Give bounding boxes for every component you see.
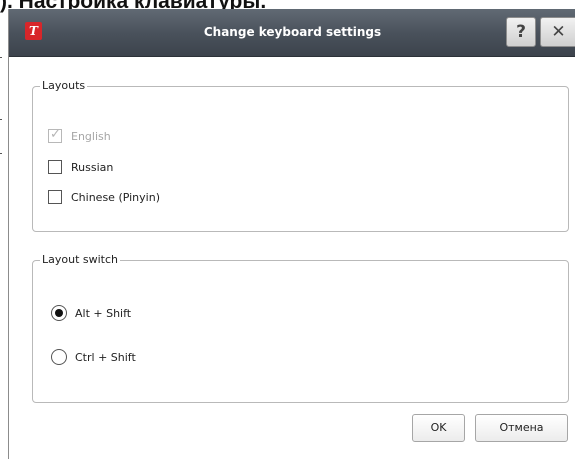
alt-shift-radio[interactable] bbox=[51, 305, 67, 321]
alt-shift-label[interactable]: Alt + Shift bbox=[75, 306, 131, 321]
cancel-button[interactable]: Отмена bbox=[475, 414, 568, 442]
checkmark-icon: ✓ bbox=[50, 127, 61, 142]
background-divider bbox=[0, 57, 2, 58]
english-checkbox: ✓ bbox=[48, 127, 62, 143]
layouts-group: Layouts ✓ English Russian Chinese (Pinyi… bbox=[32, 79, 569, 232]
russian-checkbox[interactable] bbox=[48, 160, 62, 174]
chinese-checkbox[interactable] bbox=[48, 190, 62, 204]
chinese-label[interactable]: Chinese (Pinyin) bbox=[71, 190, 160, 205]
layout-switch-group-title: Layout switch bbox=[40, 253, 121, 267]
background-divider bbox=[0, 153, 2, 154]
ok-button[interactable]: OK bbox=[412, 414, 465, 442]
close-button[interactable]: ✕ bbox=[540, 17, 575, 47]
radio-selected-dot bbox=[55, 309, 63, 317]
title-bar[interactable]: T Change keyboard settings ? ✕ bbox=[9, 9, 575, 57]
keyboard-settings-dialog: T Change keyboard settings ? ✕ Layouts ✓… bbox=[8, 9, 575, 459]
layout-switch-group: Layout switch Alt + Shift Ctrl + Shift bbox=[32, 253, 569, 403]
russian-label[interactable]: Russian bbox=[71, 160, 113, 175]
help-button[interactable]: ? bbox=[506, 17, 536, 47]
english-label: English bbox=[71, 130, 111, 143]
ctrl-shift-radio[interactable] bbox=[51, 349, 67, 365]
dialog-title: Change keyboard settings bbox=[203, 25, 382, 39]
background-divider bbox=[0, 119, 2, 120]
layouts-group-title: Layouts bbox=[40, 79, 88, 93]
ctrl-shift-label[interactable]: Ctrl + Shift bbox=[75, 350, 136, 365]
app-logo-icon: T bbox=[25, 22, 42, 40]
